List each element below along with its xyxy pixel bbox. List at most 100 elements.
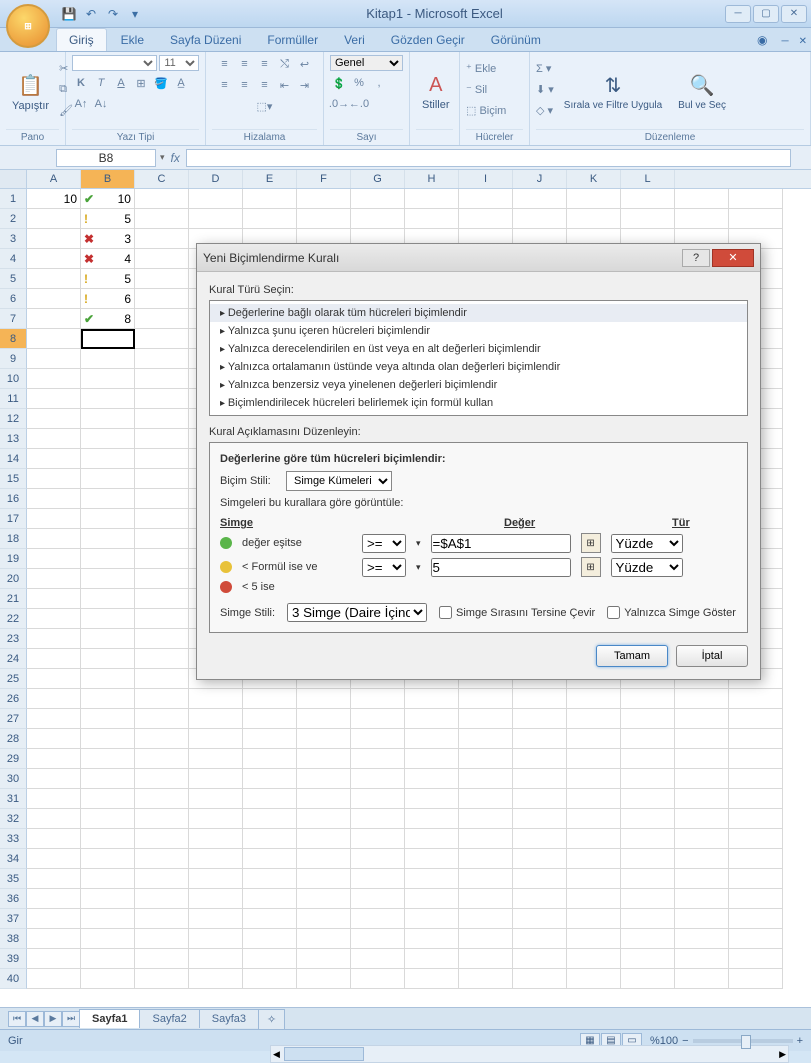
cell[interactable] [729, 809, 783, 829]
cell[interactable] [81, 489, 135, 509]
cell[interactable] [27, 929, 81, 949]
col-header-E[interactable]: E [243, 170, 297, 188]
cell[interactable] [621, 809, 675, 829]
underline-icon[interactable]: A [112, 74, 130, 92]
cell[interactable] [189, 749, 243, 769]
cell[interactable] [621, 869, 675, 889]
cell[interactable] [459, 869, 513, 889]
cell[interactable] [81, 869, 135, 889]
cell[interactable] [297, 889, 351, 909]
cell[interactable] [135, 609, 189, 629]
cell[interactable] [189, 909, 243, 929]
cell[interactable] [513, 949, 567, 969]
row2-op-dropdown-icon[interactable]: ▾ [416, 562, 421, 573]
cell[interactable] [513, 209, 567, 229]
row-header[interactable]: 20 [0, 569, 27, 589]
cell[interactable] [135, 889, 189, 909]
cell[interactable] [27, 529, 81, 549]
cell[interactable] [189, 929, 243, 949]
tab-sayfa-duzeni[interactable]: Sayfa Düzeni [158, 29, 253, 51]
cell[interactable] [621, 769, 675, 789]
cell[interactable] [27, 909, 81, 929]
cell[interactable] [81, 549, 135, 569]
cell[interactable] [27, 449, 81, 469]
cell[interactable] [405, 689, 459, 709]
cell[interactable] [351, 689, 405, 709]
cell[interactable] [27, 369, 81, 389]
cell[interactable] [351, 189, 405, 209]
cell[interactable] [189, 709, 243, 729]
cell[interactable] [297, 689, 351, 709]
cell[interactable] [513, 829, 567, 849]
cell[interactable] [675, 829, 729, 849]
cell[interactable] [621, 709, 675, 729]
cell[interactable] [189, 209, 243, 229]
cell[interactable] [567, 869, 621, 889]
cell[interactable] [27, 509, 81, 529]
format-style-select[interactable]: Simge Kümeleri [286, 471, 392, 491]
cell[interactable] [81, 369, 135, 389]
cell[interactable] [513, 789, 567, 809]
font-size-select[interactable]: 11 [159, 55, 199, 71]
cell[interactable] [27, 969, 81, 989]
cell[interactable] [27, 689, 81, 709]
number-format-select[interactable]: Genel [330, 55, 403, 71]
cell[interactable] [459, 949, 513, 969]
row-header[interactable]: 32 [0, 809, 27, 829]
cell[interactable] [567, 689, 621, 709]
paste-button[interactable]: 📋 Yapıştır [6, 71, 55, 114]
new-sheet-button[interactable]: ✧ [258, 1009, 285, 1029]
row1-value-input[interactable] [431, 534, 571, 553]
cell[interactable] [135, 769, 189, 789]
cell[interactable] [675, 929, 729, 949]
cell[interactable] [81, 389, 135, 409]
cell[interactable] [27, 229, 81, 249]
cell[interactable] [135, 849, 189, 869]
cell[interactable] [81, 629, 135, 649]
cell[interactable] [81, 569, 135, 589]
cell[interactable] [567, 209, 621, 229]
cell[interactable] [81, 769, 135, 789]
cell[interactable] [567, 889, 621, 909]
row-header[interactable]: 7 [0, 309, 27, 329]
cell[interactable] [297, 189, 351, 209]
col-header-A[interactable]: A [27, 170, 81, 188]
cell[interactable] [27, 709, 81, 729]
cell[interactable] [27, 349, 81, 369]
cell[interactable] [27, 749, 81, 769]
cell[interactable] [189, 789, 243, 809]
sheet-tab-2[interactable]: Sayfa2 [139, 1009, 199, 1028]
row1-op-dropdown-icon[interactable]: ▾ [416, 538, 421, 549]
cell[interactable] [27, 409, 81, 429]
cell[interactable] [135, 589, 189, 609]
cell[interactable] [513, 889, 567, 909]
row-header[interactable]: 3 [0, 229, 27, 249]
cell[interactable] [405, 929, 459, 949]
cell[interactable] [243, 889, 297, 909]
cell[interactable] [189, 869, 243, 889]
align-top-icon[interactable]: ≡ [216, 55, 234, 73]
cell[interactable] [81, 469, 135, 489]
row-header[interactable]: 12 [0, 409, 27, 429]
cell[interactable] [189, 849, 243, 869]
reverse-order-checkbox[interactable] [439, 606, 452, 619]
cell[interactable] [135, 309, 189, 329]
row-header[interactable]: 26 [0, 689, 27, 709]
cell[interactable] [675, 789, 729, 809]
cell[interactable] [351, 929, 405, 949]
cell[interactable] [513, 969, 567, 989]
cell[interactable] [675, 729, 729, 749]
row-header[interactable]: 14 [0, 449, 27, 469]
cell[interactable]: 10 [27, 189, 81, 209]
cell[interactable] [513, 189, 567, 209]
icon-style-select[interactable]: 3 Simge (Daire İçinde) [287, 603, 427, 622]
cell[interactable] [81, 329, 135, 349]
italic-icon[interactable]: T [92, 74, 110, 92]
sheet-nav-next-icon[interactable]: ▶ [44, 1011, 62, 1027]
cell[interactable] [243, 189, 297, 209]
cell[interactable] [81, 429, 135, 449]
row-header[interactable]: 25 [0, 669, 27, 689]
cell[interactable] [27, 869, 81, 889]
cell[interactable] [729, 749, 783, 769]
cell[interactable] [297, 809, 351, 829]
